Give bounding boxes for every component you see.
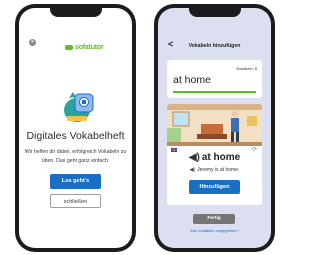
close-icon[interactable]: × xyxy=(29,39,36,46)
start-button[interactable]: Los geht's xyxy=(50,174,101,189)
speaker-icon[interactable]: ◀) xyxy=(190,167,196,173)
home-scene-illustration xyxy=(167,104,262,146)
all-vocab-entered-link[interactable]: Alle Vokabeln eingegeben? xyxy=(158,228,271,233)
sofatutor-logo: sofatutor xyxy=(65,43,104,51)
card-example-sentence: ◀) Jeremy is at home. xyxy=(167,167,262,173)
phone-frame-right: < Vokabeln hinzufügen Vokabeln: 8 at hom… xyxy=(154,4,275,252)
header-title: Vokabeln hinzufügen xyxy=(188,43,241,49)
card-word-text: at home xyxy=(201,152,241,163)
close-button[interactable]: schließen xyxy=(50,194,101,208)
intro-description: Wir helfen dir dabei, erfolgreich Vokabe… xyxy=(24,149,127,164)
page-title: Digitales Vokabelheft xyxy=(26,130,125,142)
card-sentence-text: Jeremy is at home. xyxy=(197,167,240,173)
sofatutor-logo-mark xyxy=(65,44,73,50)
vocab-input-card: Vokabeln: 8 at home xyxy=(167,60,262,98)
phone-notch xyxy=(188,8,241,17)
logo-text: sofatutor xyxy=(75,43,104,51)
word-card: ⟳ ◀) at home ◀) Jeremy is at home. Hinzufü… xyxy=(167,104,262,205)
intro-screen: × sofatutor Digitales Vokabelheft Wir he… xyxy=(19,8,132,248)
vocab-input[interactable]: at home xyxy=(173,74,211,86)
input-underline xyxy=(173,91,256,93)
add-vocabulary-screen: < Vokabeln hinzufügen Vokabeln: 8 at hom… xyxy=(158,8,271,248)
speaker-icon[interactable]: ◀) xyxy=(189,152,200,163)
vocab-counter: Vokabeln: 8 xyxy=(236,66,257,71)
vocabulary-notebook-illustration xyxy=(64,92,94,122)
phone-frame-left: × sofatutor Digitales Vokabelheft Wir he… xyxy=(15,4,136,252)
add-vocab-button[interactable]: Hinzufügen xyxy=(189,180,240,194)
phone-notch xyxy=(49,8,102,17)
done-button[interactable]: Fertig xyxy=(193,214,235,224)
card-word: ◀) at home xyxy=(167,152,262,163)
